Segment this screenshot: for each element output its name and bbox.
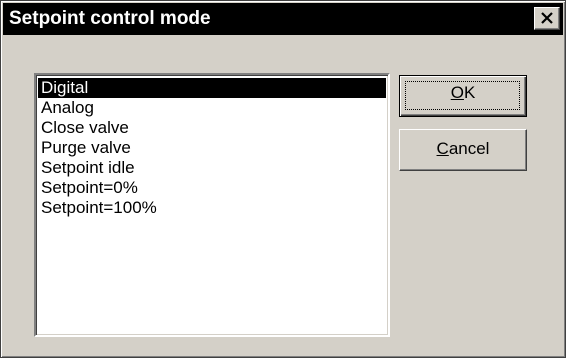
ok-button[interactable]: OK bbox=[399, 75, 527, 117]
list-item[interactable]: Digital bbox=[38, 78, 386, 98]
list-item[interactable]: Analog bbox=[38, 98, 386, 118]
list-item[interactable]: Setpoint=100% bbox=[38, 198, 386, 218]
list-item[interactable]: Close valve bbox=[38, 118, 386, 138]
cancel-label-rest: ancel bbox=[448, 139, 490, 158]
mode-listbox[interactable]: Digital Analog Close valve Purge valve S… bbox=[34, 73, 390, 337]
focus-rectangle bbox=[405, 81, 520, 110]
window-title: Setpoint control mode bbox=[9, 8, 211, 29]
title-bar[interactable]: Setpoint control mode bbox=[3, 3, 563, 35]
cancel-accelerator: C bbox=[436, 139, 449, 158]
list-item[interactable]: Setpoint idle bbox=[38, 158, 386, 178]
setpoint-dialog: Setpoint control mode Digital Analog Clo… bbox=[0, 0, 566, 358]
cancel-button[interactable]: Cancel bbox=[399, 129, 527, 171]
list-item[interactable]: Purge valve bbox=[38, 138, 386, 158]
close-button[interactable] bbox=[534, 7, 560, 30]
close-icon bbox=[541, 12, 553, 24]
list-item[interactable]: Setpoint=0% bbox=[38, 178, 386, 198]
